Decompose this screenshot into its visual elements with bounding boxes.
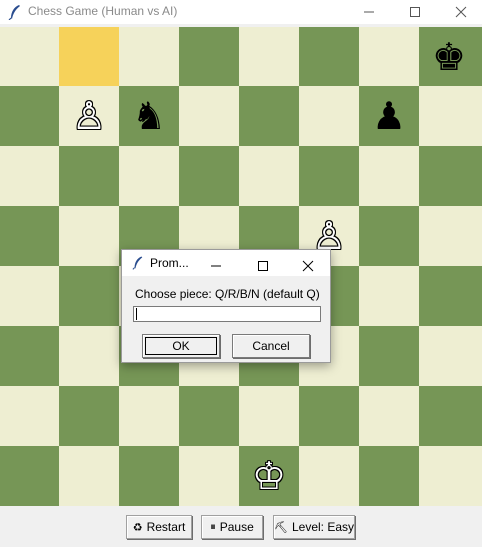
square-c8[interactable] — [119, 27, 179, 86]
window-titlebar: Chess Game (Human vs AI) — [0, 0, 482, 24]
square-g5[interactable] — [359, 206, 419, 266]
square-f7[interactable] — [299, 86, 359, 146]
square-d8[interactable] — [179, 27, 239, 86]
close-icon — [302, 260, 314, 272]
square-a2[interactable] — [0, 386, 59, 446]
square-e6[interactable] — [239, 146, 299, 206]
close-button[interactable] — [438, 0, 482, 24]
square-b6[interactable] — [59, 146, 119, 206]
square-a1[interactable] — [0, 446, 59, 506]
maximize-button[interactable] — [392, 0, 438, 24]
dialog-maximize-button[interactable] — [257, 257, 269, 276]
feather-icon — [132, 255, 144, 274]
square-d2[interactable] — [179, 386, 239, 446]
pause-icon: ⏸ — [210, 520, 216, 533]
square-f1[interactable] — [299, 446, 359, 506]
level-label: Level: Easy — [291, 520, 355, 534]
black-pawn-piece[interactable]: ♟ — [359, 86, 419, 146]
dialog-titlebar: Prom... — [122, 250, 330, 276]
square-f2[interactable] — [299, 386, 359, 446]
square-c1[interactable] — [119, 446, 179, 506]
square-c6[interactable] — [119, 146, 179, 206]
black-knight-piece[interactable]: ♞ — [119, 86, 179, 146]
recycle-icon: ♻ — [132, 521, 143, 534]
minimize-icon — [211, 265, 221, 267]
minimize-icon — [364, 11, 374, 13]
restart-button[interactable]: ♻ Restart — [126, 515, 192, 539]
dialog-prompt: Choose piece: Q/R/B/N (default Q) — [135, 287, 320, 301]
square-b5[interactable] — [59, 206, 119, 266]
square-g4[interactable] — [359, 266, 419, 326]
square-b3[interactable] — [59, 326, 119, 386]
restart-label: Restart — [146, 520, 186, 534]
black-king-piece[interactable]: ♚ — [419, 27, 479, 87]
promotion-dialog: Prom... Choose piece: Q/R/B/N (default Q… — [121, 249, 331, 363]
level-button[interactable]: ⛏ Level: Easy — [273, 515, 355, 539]
square-e8[interactable] — [239, 27, 299, 86]
square-a8[interactable] — [0, 27, 59, 86]
square-h7[interactable] — [419, 86, 482, 146]
maximize-icon — [258, 261, 268, 271]
square-h4[interactable] — [419, 266, 482, 326]
ok-button[interactable]: OK — [142, 334, 220, 358]
square-f8[interactable] — [299, 27, 359, 86]
square-f6[interactable] — [299, 146, 359, 206]
white-king-piece[interactable]: ♔ — [239, 446, 299, 506]
square-e2[interactable] — [239, 386, 299, 446]
square-a7[interactable] — [0, 86, 59, 146]
close-icon — [455, 6, 467, 18]
white-pawn-piece[interactable]: ♙ — [59, 86, 119, 146]
minimize-button[interactable] — [346, 0, 392, 24]
dialog-minimize-button[interactable] — [210, 257, 222, 276]
dialog-title: Prom... — [150, 256, 189, 270]
pause-button[interactable]: ⏸ Pause — [201, 515, 263, 539]
square-h6[interactable] — [419, 146, 482, 206]
square-h1[interactable] — [419, 446, 482, 506]
square-a3[interactable] — [0, 326, 59, 386]
level-icon: ⛏ — [274, 521, 288, 534]
square-g6[interactable] — [359, 146, 419, 206]
square-b2[interactable] — [59, 386, 119, 446]
maximize-icon — [410, 7, 420, 17]
square-d6[interactable] — [179, 146, 239, 206]
square-g1[interactable] — [359, 446, 419, 506]
square-b1[interactable] — [59, 446, 119, 506]
dialog-close-button[interactable] — [302, 257, 314, 276]
square-g3[interactable] — [359, 326, 419, 386]
square-c2[interactable] — [119, 386, 179, 446]
pause-label: Pause — [219, 520, 254, 534]
square-h2[interactable] — [419, 386, 482, 446]
text-caret — [136, 308, 137, 320]
square-g8[interactable] — [359, 27, 419, 86]
square-g2[interactable] — [359, 386, 419, 446]
feather-icon — [8, 4, 22, 21]
square-a4[interactable] — [0, 266, 59, 326]
square-h3[interactable] — [419, 326, 482, 386]
window-title: Chess Game (Human vs AI) — [28, 4, 178, 18]
square-h5[interactable] — [419, 206, 482, 266]
square-e7[interactable] — [239, 86, 299, 146]
square-b4[interactable] — [59, 266, 119, 326]
control-bar: ♻ Restart ⏸ Pause ⛏ Level: Easy — [0, 507, 482, 547]
square-d7[interactable] — [179, 86, 239, 146]
square-d1[interactable] — [179, 446, 239, 506]
cancel-button[interactable]: Cancel — [232, 334, 310, 358]
square-a6[interactable] — [0, 146, 59, 206]
square-a5[interactable] — [0, 206, 59, 266]
piece-entry-field[interactable] — [133, 306, 321, 322]
square-b8[interactable] — [59, 27, 119, 86]
